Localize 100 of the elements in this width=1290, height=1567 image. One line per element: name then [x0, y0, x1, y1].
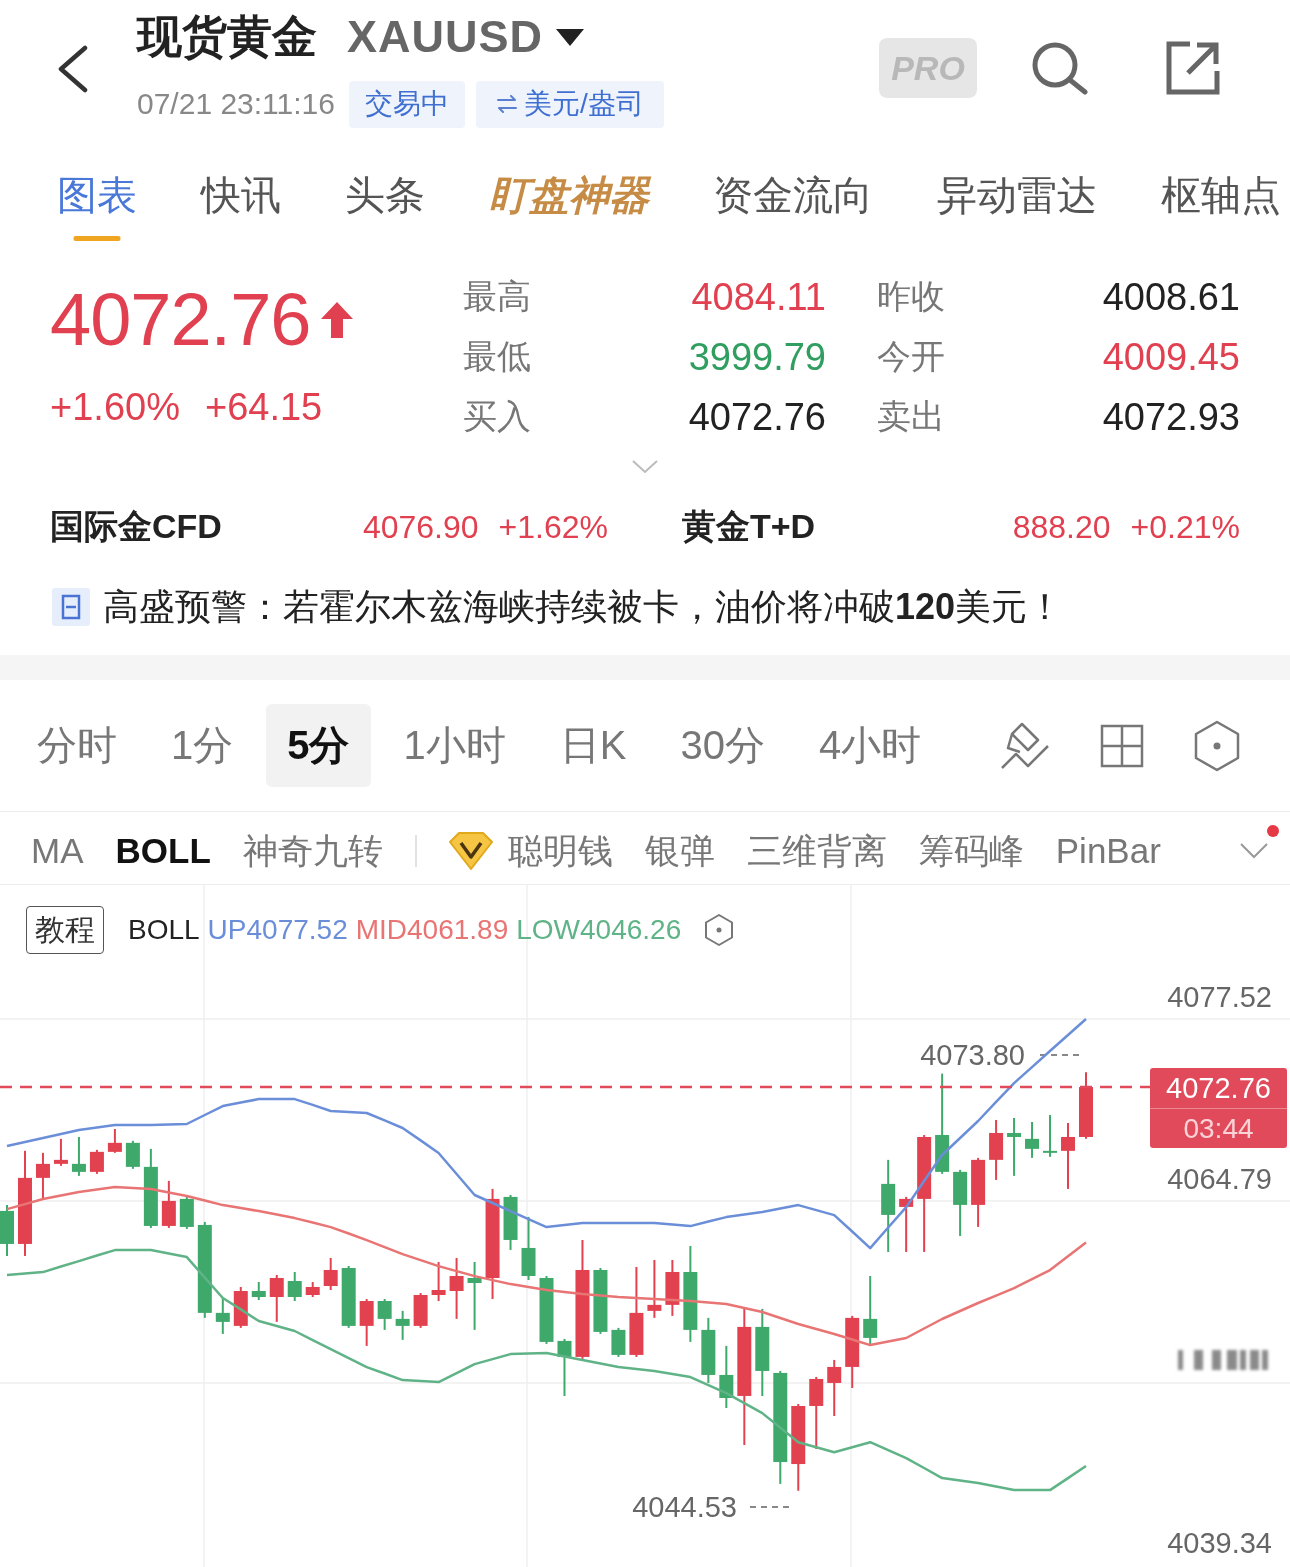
rising-candle — [1061, 1121, 1075, 1190]
timeframe-tab[interactable]: 5分 — [266, 704, 371, 787]
unit-switch-button[interactable]: 美元/盎司 — [475, 80, 664, 128]
tab[interactable]: 快讯 — [201, 150, 281, 250]
falling-candle — [701, 1316, 716, 1384]
stat-label: 最低 — [463, 336, 532, 377]
stat-value: 4008.61 — [1101, 275, 1240, 319]
falling-candle — [557, 1337, 572, 1397]
tab[interactable]: 资金流向 — [713, 150, 873, 250]
axis-label: 4077.52 — [1167, 980, 1272, 1015]
diamond-icon — [448, 832, 493, 870]
indicator-tab[interactable]: PinBar — [1055, 831, 1161, 871]
falling-candle — [1025, 1120, 1040, 1159]
stat-label: 买入 — [463, 396, 532, 437]
falling-candle — [953, 1168, 968, 1237]
stat-label: 最高 — [463, 276, 532, 317]
related-change: +1.62% — [498, 508, 608, 546]
search-icon[interactable] — [1031, 41, 1089, 95]
rising-candle — [431, 1260, 446, 1302]
related-change: +0.21% — [1130, 508, 1240, 546]
timeframe-tab[interactable]: 4小时 — [797, 704, 943, 787]
falling-candle — [719, 1344, 734, 1409]
low-price-label: 4044.53 — [632, 1490, 737, 1525]
rising-candle — [269, 1274, 284, 1323]
falling-candle — [593, 1266, 608, 1335]
back-icon[interactable] — [57, 45, 89, 93]
instrument-name: 现货黄金 — [137, 10, 317, 64]
rising-candle — [899, 1195, 914, 1253]
grid-icon[interactable] — [1100, 723, 1144, 768]
falling-candle — [503, 1193, 518, 1251]
tab[interactable]: 图表 — [57, 150, 137, 250]
band-value: MID4061.89 — [355, 914, 509, 946]
falling-candle — [611, 1326, 626, 1358]
tag-price: 4072.76 — [1165, 1071, 1272, 1106]
related-price: 4076.90 — [362, 508, 479, 546]
timeframe-tab[interactable]: 分时 — [16, 704, 138, 787]
instrument-symbol[interactable]: XAUUSD — [347, 10, 544, 64]
related-name[interactable]: 国际金CFD — [50, 504, 222, 550]
rising-candle — [233, 1286, 248, 1329]
stat-label: 昨收 — [877, 276, 946, 317]
timeframe-tab[interactable]: 30分 — [659, 704, 786, 787]
indicator-tab[interactable]: 神奇九转 — [242, 827, 383, 875]
stat-value: 3999.79 — [687, 335, 826, 379]
caret-icon[interactable] — [556, 28, 585, 46]
falling-candle — [1043, 1113, 1058, 1158]
news-headline[interactable]: 高盛预警：若霍尔木兹海峡持续被卡，油价将冲破120美元！ — [103, 587, 1064, 627]
rising-candle — [359, 1298, 374, 1347]
tab[interactable]: 头条 — [345, 150, 425, 250]
settings-icon[interactable] — [705, 914, 734, 946]
drawing-tool-icon[interactable] — [1000, 721, 1050, 770]
related-name[interactable]: 黄金T+D — [682, 504, 816, 550]
tutorial-button[interactable]: 教程 — [26, 906, 104, 954]
axis-label: 4039.34 — [1167, 1526, 1272, 1561]
indicator-name: BOLL — [128, 914, 200, 946]
timeframe-tab[interactable]: 1分 — [150, 704, 255, 787]
indicator-tab[interactable]: 聪明钱 — [507, 827, 613, 875]
stat-value: 4084.11 — [690, 275, 826, 319]
rising-candle — [1079, 1071, 1093, 1140]
tab[interactable]: 枢轴点 — [1161, 150, 1281, 250]
quote-time: 07/21 23:11:16 — [137, 86, 335, 122]
settings-icon[interactable] — [1194, 719, 1240, 772]
indicator-tab[interactable]: 三维背离 — [746, 827, 887, 875]
falling-candle — [71, 1136, 86, 1177]
rising-candle — [413, 1292, 428, 1329]
high-price-label: 4073.80 — [920, 1038, 1025, 1073]
falling-candle — [1007, 1116, 1022, 1177]
stat-value: 4072.76 — [687, 395, 826, 439]
falling-candle — [395, 1309, 410, 1341]
tab[interactable]: 异动雷达 — [937, 150, 1097, 250]
falling-candle — [863, 1275, 878, 1347]
falling-candle — [521, 1215, 536, 1281]
falling-candle — [341, 1264, 356, 1329]
tag-countdown: 03:44 — [1150, 1108, 1287, 1148]
falling-candle — [377, 1298, 392, 1331]
falling-candle — [539, 1275, 554, 1345]
rising-candle — [665, 1258, 680, 1317]
rising-candle — [971, 1156, 986, 1228]
rising-candle — [53, 1137, 68, 1167]
falling-candle — [0, 1203, 14, 1257]
indicator-tab[interactable]: 筹码峰 — [918, 827, 1024, 875]
news-icon — [52, 588, 90, 626]
timeframe-tab[interactable]: 1小时 — [382, 704, 527, 787]
indicator-tab[interactable]: BOLL — [115, 831, 211, 871]
band-value: UP4077.52 — [207, 914, 348, 946]
rising-candle — [107, 1127, 122, 1154]
swap-icon — [495, 95, 518, 113]
falling-candle — [179, 1195, 194, 1230]
indicator-tab[interactable]: 银弹 — [644, 827, 715, 875]
timeframe-tab[interactable]: 日K — [538, 704, 648, 787]
last-price: 4072.76 — [50, 280, 311, 360]
indicator-tab[interactable]: MA — [31, 831, 84, 871]
chevron-down-icon[interactable] — [1240, 843, 1268, 859]
rising-candle — [323, 1256, 338, 1291]
falling-candle — [467, 1260, 482, 1331]
stat-label: 卖出 — [877, 396, 946, 437]
rising-candle — [647, 1258, 662, 1319]
share-icon[interactable] — [1164, 39, 1222, 97]
rising-candle — [989, 1118, 1004, 1181]
rising-candle — [161, 1179, 176, 1229]
stat-label: 今开 — [877, 336, 946, 377]
